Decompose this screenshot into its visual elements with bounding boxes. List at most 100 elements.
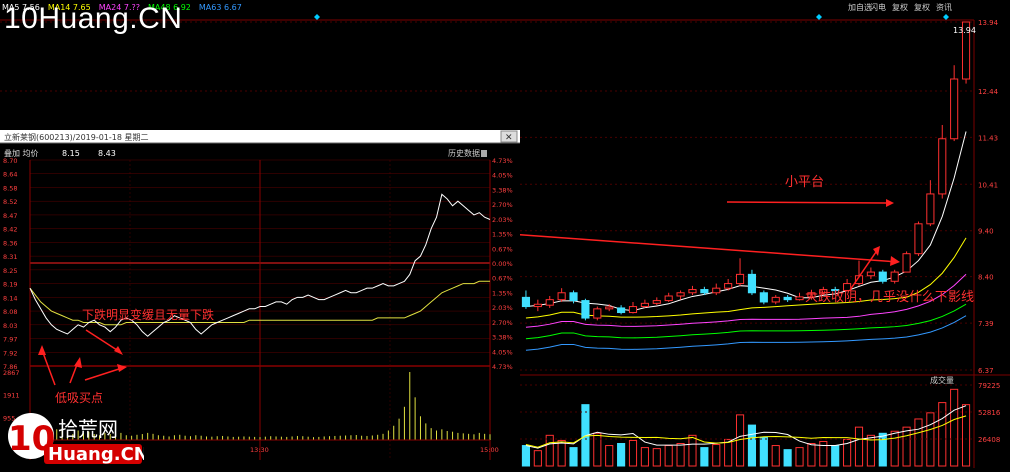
volume-bar [878, 432, 887, 467]
popup-price-tick: 8.14 [3, 294, 17, 302]
stock-chart: 79225 52816 26408 13.94 12.44 11.43 10.41 9.40… [0, 0, 1010, 468]
volume-bar [890, 430, 899, 467]
popup-pct-tick: 2.70% [492, 319, 513, 327]
volume-bar [914, 418, 923, 467]
history-button[interactable]: 历史数据 [448, 148, 480, 158]
volume-bar [759, 436, 768, 467]
popup-price-tick: 8.19 [3, 281, 17, 289]
volume-bar [902, 426, 911, 467]
candle [628, 306, 638, 314]
volume-bar [807, 443, 816, 467]
popup-price-tick: 8.36 [3, 239, 17, 247]
volume-bar [617, 443, 626, 467]
volume-bar [783, 449, 792, 467]
candle [569, 292, 578, 302]
popup-price-tick: 7.97 [3, 336, 17, 344]
candle [700, 289, 709, 294]
volume-bar [712, 444, 721, 467]
candle [902, 253, 911, 273]
toolbar-item[interactable]: 闪电 [870, 2, 886, 12]
logo-cn: 拾荒网 [58, 417, 118, 441]
volume-bar [831, 445, 840, 467]
popup-price-tick: 8.64 [3, 171, 17, 179]
y-tick-label: 7.39 [978, 320, 994, 328]
watermark: 10Huang.CN [4, 2, 183, 35]
popup-pct-tick: 0.67% [492, 245, 513, 253]
y-tick-label: 12.44 [978, 88, 999, 96]
site-logo: 10 拾荒网 Huang.CN [8, 413, 144, 465]
popup-vol-tick: 1911 [3, 392, 20, 400]
toolbar-item[interactable]: 复权 [914, 2, 930, 12]
candle [605, 306, 614, 310]
popup-time-label: 15:00 [480, 446, 499, 454]
popup-price-tick: 8.52 [3, 198, 17, 206]
popup-price-tick: 7.92 [3, 349, 17, 357]
top-value: 13.94 [953, 26, 976, 35]
volume-bar [854, 426, 864, 467]
volume-bar [521, 445, 531, 467]
candle [926, 193, 935, 225]
candle [617, 307, 626, 314]
y-tick-label: 10.41 [978, 181, 998, 189]
toolbar-item[interactable]: 复权 [892, 2, 908, 12]
volume-bar [533, 450, 542, 467]
volume-bar [938, 402, 947, 467]
popup-pct-tick: 3.38% [492, 186, 513, 194]
toolbar: 加自选闪电 复权 复权 资讯 [848, 2, 952, 12]
history-arrow-icon[interactable] [481, 150, 487, 157]
volume-bar [676, 443, 685, 467]
y-tick-label: 8.40 [978, 274, 994, 282]
popup-pct-tick: 3.38% [492, 334, 513, 342]
volume-bar [628, 439, 638, 467]
candle [783, 296, 792, 301]
candle [950, 78, 959, 140]
candle [771, 296, 780, 303]
popup-pct-tick: 2.03% [492, 216, 513, 224]
popup-pct-tick: 4.05% [492, 348, 513, 356]
y-tick-label: 11.43 [978, 134, 998, 142]
candle [593, 308, 602, 319]
candle [640, 302, 649, 308]
popup-pct-tick: 2.70% [492, 201, 513, 209]
toolbar-item[interactable]: 加自选 [848, 2, 872, 12]
popup-price-tick: 8.58 [3, 184, 17, 192]
candle [795, 296, 804, 301]
candle [724, 283, 733, 289]
volume-bar [724, 438, 733, 467]
candle [914, 223, 923, 255]
candle [545, 299, 554, 306]
volume-bar [771, 445, 780, 467]
close-icon[interactable]: ✕ [505, 133, 513, 143]
candle [533, 303, 542, 308]
popup-pct-tick: 1.35% [492, 289, 513, 297]
candle [581, 300, 590, 319]
volume-bar [747, 424, 757, 467]
volume-label[interactable]: 成交量 [930, 375, 954, 385]
y-tick-label: 9.40 [978, 228, 994, 236]
toolbar-item[interactable]: 资讯 [936, 2, 952, 12]
volume-bar [593, 432, 602, 467]
popup-pct-tick: 2.03% [492, 304, 513, 312]
candle [652, 300, 661, 304]
volume-bar [545, 434, 554, 467]
vol-tick-label: 26408 [978, 436, 1000, 444]
popup-price-tick: 8.47 [3, 212, 17, 220]
candle [557, 292, 566, 301]
popup-pct-tick: 0.00% [492, 260, 513, 268]
popup-title: 立新莱钢(600213)/2019-01-18 星期二 [4, 132, 149, 142]
popup-header-value-2: 8.43 [98, 149, 116, 158]
popup-price-tick: 8.31 [3, 253, 17, 261]
candle [878, 271, 887, 282]
candle [712, 287, 721, 294]
ma-legend-item: MA63 6.67 [199, 3, 242, 12]
popup-price-tick: 8.03 [3, 322, 17, 330]
y-tick-label: 13.94 [978, 19, 999, 27]
volume-bar [795, 447, 804, 467]
volume-bar [950, 388, 959, 467]
popup-pct-tick: 4.05% [492, 172, 513, 180]
popup-price-tick: 8.25 [3, 267, 17, 275]
candle [866, 271, 875, 277]
popup-header-value-1: 8.15 [62, 149, 80, 158]
volume-bar [961, 404, 971, 467]
candle [938, 138, 947, 195]
